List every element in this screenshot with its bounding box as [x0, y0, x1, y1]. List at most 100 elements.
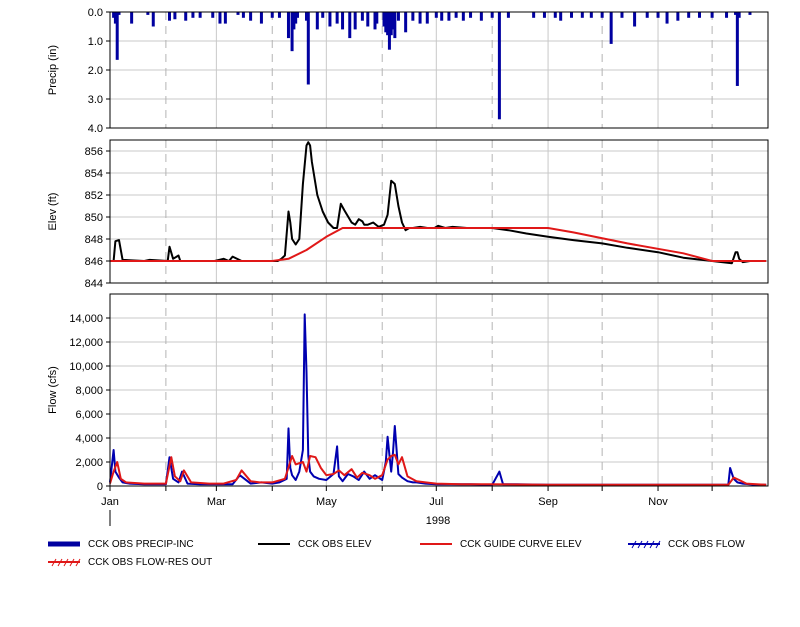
legend: CCK OBS PRECIP-INC CCK OBS ELEV CCK GUID…	[0, 534, 800, 574]
flow-y-tick-label: 8,000	[75, 385, 103, 397]
precip-bar	[542, 12, 546, 18]
legend-label-precip: CCK OBS PRECIP-INC	[88, 539, 194, 550]
precip-bar	[184, 12, 188, 21]
precip-bar	[115, 12, 119, 60]
precip-bar	[218, 12, 222, 24]
precip-bar	[609, 12, 613, 44]
elev-y-tick-label: 844	[85, 278, 103, 290]
precip-panel: 0.0 1.0 2.0 3.0 4.0 Precip (in)	[47, 7, 769, 135]
elev-y-tick-label: 850	[85, 212, 103, 224]
precip-bar	[454, 12, 458, 18]
precip-bar	[328, 12, 332, 27]
precip-bar	[434, 12, 438, 18]
precip-bar	[348, 12, 352, 39]
precip-bar	[656, 12, 660, 18]
flow-y-tick-label: 6,000	[75, 409, 103, 421]
precip-axis-title: Precip (in)	[47, 45, 59, 95]
elev-axis-title: Elev (ft)	[47, 193, 59, 231]
legend-label-flow-res-out: CCK OBS FLOW-RES OUT	[88, 557, 213, 568]
elev-y-tick-label: 856	[85, 146, 103, 158]
legend-label-obs-flow: CCK OBS FLOW	[668, 539, 745, 550]
flow-y-tick-label: 2,000	[75, 457, 103, 469]
chart-canvas: 0.01.02.03.04.0Precip (in) 8448468488508…	[47, 7, 769, 527]
legend-swatch-precip	[48, 541, 80, 547]
precip-bar	[737, 12, 741, 18]
precip-bar	[167, 12, 171, 21]
precip-bar	[532, 12, 536, 18]
precip-bar	[633, 12, 637, 27]
precip-bar	[198, 12, 202, 18]
legend-label-guide-curve: CCK GUIDE CURVE ELEV	[460, 539, 582, 550]
precip-bar	[440, 12, 444, 21]
precip-bar	[321, 12, 325, 18]
precip-bar	[286, 12, 290, 39]
precip-bar	[241, 12, 245, 18]
precip-bar	[570, 12, 574, 18]
precip-y-tick-label: 2.0	[88, 65, 103, 77]
precip-y-tick-label: 1.0	[88, 36, 103, 48]
flow-y-tick-label: 12,000	[69, 337, 103, 349]
legend-swatch-flow-res-out	[48, 558, 81, 567]
precip-bar	[580, 12, 584, 18]
legend-swatch-obs-flow	[628, 540, 661, 549]
x-tick-label: Mar	[207, 496, 226, 508]
precip-bar	[447, 12, 451, 21]
precip-bar	[710, 12, 714, 18]
x-tick-label: Sep	[538, 496, 558, 508]
x-tick-label: Jul	[429, 496, 443, 508]
precip-bar	[553, 12, 557, 18]
precip-y-tick-label: 4.0	[88, 123, 103, 135]
precip-bar	[490, 12, 494, 18]
precip-bar	[130, 12, 134, 24]
precip-bar	[645, 12, 649, 18]
elev-y-tick-label: 848	[85, 234, 103, 246]
legend-swatch-obs-elev	[258, 543, 290, 545]
precip-bar	[353, 12, 357, 30]
precip-y-tick-label: 0.0	[88, 7, 103, 19]
precip-bar	[479, 12, 483, 21]
flow-y-tick-label: 0	[97, 481, 103, 493]
precip-bar	[270, 12, 274, 18]
precip-bar	[259, 12, 263, 24]
precip-bar	[735, 12, 739, 86]
flow-y-tick-label: 10,000	[69, 361, 103, 373]
legend-swatch-guide-curve	[420, 543, 452, 545]
precip-bar	[461, 12, 465, 21]
legend-label-obs-elev: CCK OBS ELEV	[298, 539, 372, 550]
x-tick-label: Nov	[648, 496, 668, 508]
precip-bar	[600, 12, 604, 18]
precip-bar	[341, 12, 345, 30]
flow-y-tick-label: 4,000	[75, 433, 103, 445]
precip-bar	[223, 12, 227, 24]
precip-bar	[249, 12, 253, 21]
precip-bar	[393, 12, 397, 39]
precip-bar	[277, 12, 281, 18]
precip-bar	[396, 12, 400, 21]
elev-y-tick-label: 846	[85, 256, 103, 268]
precip-bar	[697, 12, 701, 18]
precip-bar	[404, 12, 408, 33]
precip-bar	[469, 12, 473, 18]
precip-bar	[559, 12, 563, 21]
precip-bar	[687, 12, 691, 18]
flow-y-tick-label: 14,000	[69, 313, 103, 325]
elev-y-tick-label: 854	[85, 168, 103, 180]
elev-y-tick-label: 852	[85, 190, 103, 202]
precip-bar	[665, 12, 669, 24]
x-axis: Jan Mar May Jul Sep Nov 1998	[101, 486, 713, 527]
precip-bar	[366, 12, 370, 27]
precip-y-tick-label: 3.0	[88, 94, 103, 106]
precip-bar	[497, 12, 501, 120]
precip-bar	[360, 12, 364, 21]
precip-bar	[589, 12, 593, 18]
x-tick-label: Jan	[101, 496, 119, 508]
x-axis-year-label: 1998	[426, 515, 450, 527]
precip-bar	[418, 12, 422, 24]
precip-bar	[173, 12, 177, 20]
x-tick-label: May	[316, 496, 337, 508]
precip-bar	[306, 12, 310, 85]
precip-bar	[425, 12, 429, 24]
precip-bar	[211, 12, 215, 18]
precip-bar	[335, 12, 339, 24]
elev-panel: 844 846 848 850 852 854 856 Elev (ft)	[47, 139, 769, 290]
